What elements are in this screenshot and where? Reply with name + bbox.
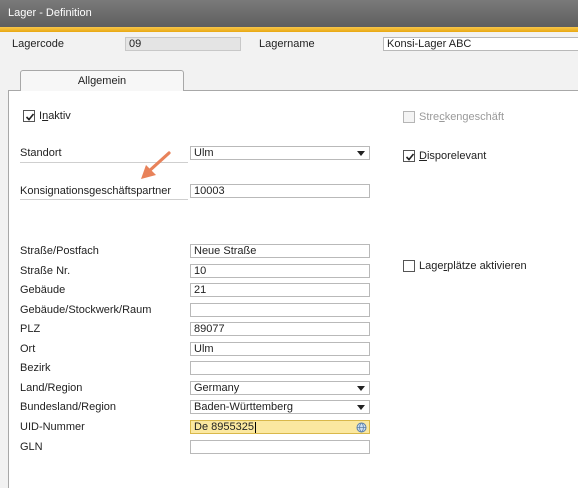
strasse-nr-label: Straße Nr. <box>20 265 71 277</box>
gln-label: GLN <box>20 441 43 453</box>
tab-allgemein-label: Allgemein <box>77 75 127 87</box>
tab-allgemein[interactable]: Allgemein <box>20 70 184 91</box>
ort-label: Ort <box>20 343 36 355</box>
plz-label: PLZ <box>20 323 41 335</box>
konsignation-label: Konsignationsgeschäftspartner <box>20 185 172 197</box>
chevron-down-icon <box>357 386 365 391</box>
title-accent-strip <box>0 27 578 32</box>
bezirk-field[interactable] <box>190 361 370 375</box>
lagercode-field[interactable]: 09 <box>125 37 241 51</box>
land-region-label: Land/Region <box>20 382 83 394</box>
chevron-down-icon <box>357 405 365 410</box>
window-title-bar: Lager - Definition <box>0 0 578 27</box>
bezirk-label: Bezirk <box>20 362 51 374</box>
gebaeude-label: Gebäude <box>20 284 66 296</box>
inaktiv-label: Inaktiv <box>39 110 71 122</box>
land-region-dropdown[interactable]: Germany <box>190 381 370 395</box>
uid-nummer-label: UID-Nummer <box>20 421 85 433</box>
streckengeschaeft-label: Streckengeschäft <box>419 111 505 123</box>
globe-link-icon[interactable] <box>356 422 367 433</box>
checkmark-icon <box>25 113 35 121</box>
bundesland-dropdown[interactable]: Baden-Württemberg <box>190 400 370 414</box>
lagerplaetze-label: Lagerplätze aktivieren <box>419 260 527 272</box>
lagercode-label: Lagercode <box>12 38 64 50</box>
lagername-field[interactable]: Konsi-Lager ABC <box>383 37 578 51</box>
disporelevant-checkbox[interactable] <box>403 150 415 162</box>
chevron-down-icon <box>357 151 365 156</box>
uid-nummer-field[interactable]: De 8955325 <box>190 420 370 434</box>
land-region-value: Germany <box>194 382 240 394</box>
strasse-postfach-label: Straße/Postfach <box>20 245 99 257</box>
gebaeude-field[interactable]: 21 <box>190 283 370 297</box>
konsignation-underline <box>20 199 188 200</box>
gebaeude-stockwerk-field[interactable] <box>190 303 370 317</box>
checkmark-icon <box>405 153 415 161</box>
strasse-postfach-field[interactable]: Neue Straße <box>190 244 370 258</box>
standort-dropdown[interactable]: Ulm <box>190 146 370 160</box>
standort-label: Standort <box>20 147 62 159</box>
inaktiv-checkbox[interactable] <box>23 110 35 122</box>
lagerplaetze-checkbox[interactable] <box>403 260 415 272</box>
gebaeude-stockwerk-label: Gebäude/Stockwerk/Raum <box>20 304 152 316</box>
standort-value: Ulm <box>194 147 214 159</box>
bundesland-label: Bundesland/Region <box>20 401 117 413</box>
text-cursor <box>254 421 256 433</box>
konsignation-field[interactable]: 10003 <box>190 184 370 198</box>
plz-field[interactable]: 89077 <box>190 322 370 336</box>
uid-nummer-value: De 8955325 <box>194 421 254 433</box>
streckengeschaeft-checkbox[interactable] <box>403 111 415 123</box>
window-title: Lager - Definition <box>8 7 92 19</box>
lagername-label: Lagername <box>259 38 315 50</box>
gln-field[interactable] <box>190 440 370 454</box>
bundesland-value: Baden-Württemberg <box>194 401 294 413</box>
disporelevant-label: Disporelevant <box>419 150 487 162</box>
ort-field[interactable]: Ulm <box>190 342 370 356</box>
annotation-arrow-icon <box>141 151 171 179</box>
strasse-nr-field[interactable]: 10 <box>190 264 370 278</box>
